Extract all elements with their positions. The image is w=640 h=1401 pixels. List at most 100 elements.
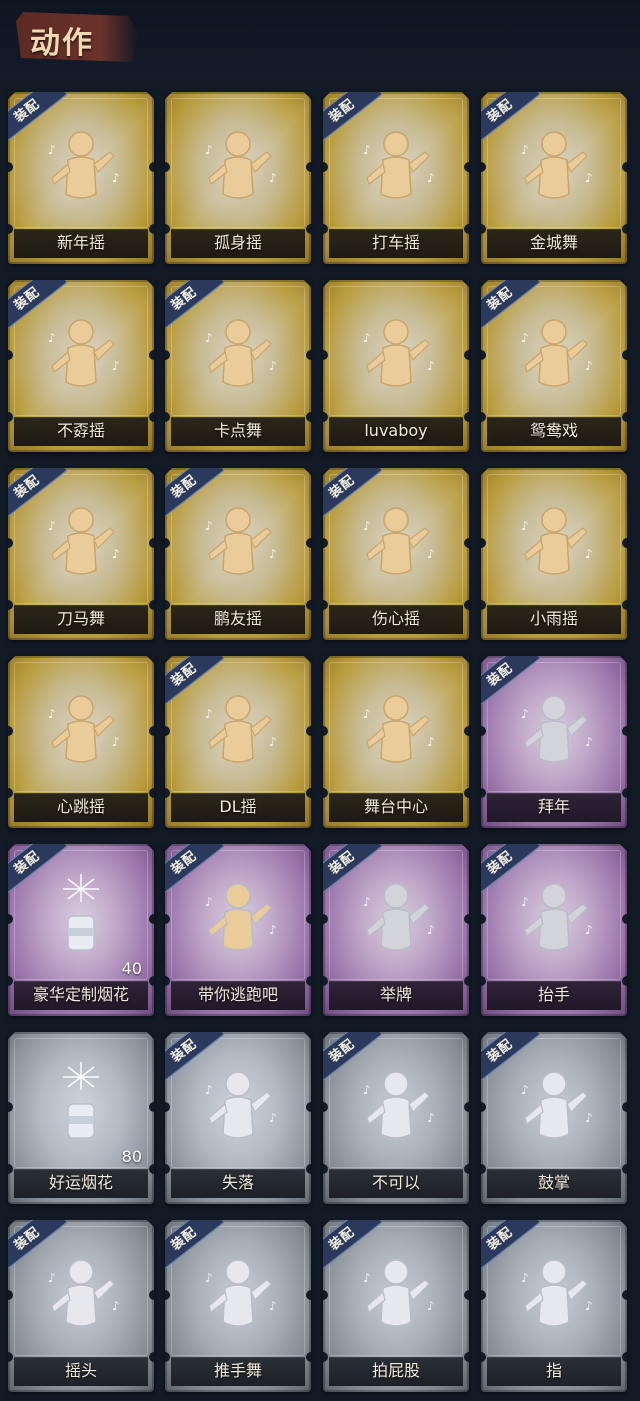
card-label: 鹏友摇 xyxy=(213,609,262,628)
card-label: 推手舞 xyxy=(213,1361,262,1380)
action-card[interactable]: 80 好运烟花 xyxy=(8,1032,154,1204)
card-label: 摇头 xyxy=(64,1361,97,1380)
action-card[interactable]: ♪ ♪ 打车摇 装配 xyxy=(323,92,469,264)
svg-text:♪: ♪ xyxy=(585,547,593,561)
card-label: 新年摇 xyxy=(56,233,105,252)
card-label: 不孬摇 xyxy=(56,421,105,440)
svg-text:♪: ♪ xyxy=(427,547,435,561)
svg-text:♪: ♪ xyxy=(427,735,435,749)
svg-text:♪: ♪ xyxy=(427,923,435,937)
card-label: 心跳摇 xyxy=(56,797,105,816)
action-card[interactable]: ♪ ♪ 推手舞 装配 xyxy=(165,1220,311,1392)
action-card[interactable]: ♪ ♪ DL摇 装配 xyxy=(165,656,311,828)
card-label: 金城舞 xyxy=(529,233,578,252)
item-count: 80 xyxy=(121,1147,142,1166)
svg-text:♪: ♪ xyxy=(585,359,593,373)
svg-text:♪: ♪ xyxy=(205,143,213,157)
action-card[interactable]: ♪ ♪ 孤身摇 xyxy=(165,92,311,264)
svg-text:♪: ♪ xyxy=(205,519,213,533)
action-card[interactable]: ♪ ♪ 指装配 xyxy=(481,1220,627,1392)
card-label: 打车摇 xyxy=(371,233,420,252)
action-card[interactable]: ♪ ♪ 拜年 装配 xyxy=(481,656,627,828)
svg-text:♪: ♪ xyxy=(521,331,529,345)
card-label: 鼓掌 xyxy=(537,1173,570,1192)
card-label: 豪华定制烟花 xyxy=(32,985,129,1004)
card-label: 抬手 xyxy=(537,985,570,1004)
card-label: 伤心摇 xyxy=(371,609,420,628)
svg-text:♪: ♪ xyxy=(363,1083,371,1097)
svg-text:♪: ♪ xyxy=(585,923,593,937)
card-label: 孤身摇 xyxy=(213,233,262,252)
action-card[interactable]: ♪ ♪ 抬手 装配 xyxy=(481,844,627,1016)
action-card[interactable]: ♪ ♪ 心跳摇 xyxy=(8,656,154,828)
svg-text:♪: ♪ xyxy=(585,1299,593,1313)
svg-text:♪: ♪ xyxy=(521,1083,529,1097)
action-card[interactable]: ♪ ♪ 不可以 装配 xyxy=(323,1032,469,1204)
action-card[interactable]: ♪ ♪ luvaboy xyxy=(323,280,469,452)
action-card[interactable]: ♪ ♪ 鹏友摇 装配 xyxy=(165,468,311,640)
svg-text:♪: ♪ xyxy=(363,519,371,533)
action-grid: ♪ ♪ 新年摇 装配 ♪ ♪ 孤身摇 ♪ ♪ 打车摇 装配 ♪ ♪ 金城舞 装配… xyxy=(0,0,640,1401)
svg-text:♪: ♪ xyxy=(112,735,120,749)
card-label: luvaboy xyxy=(364,421,428,440)
card-label: 举牌 xyxy=(379,985,412,1004)
card-label: 鸳鸯戏 xyxy=(529,421,578,440)
action-card[interactable]: 40 豪华定制烟花 装配 xyxy=(8,844,154,1016)
action-card[interactable]: ♪ ♪ 摇头 装配 xyxy=(8,1220,154,1392)
svg-text:♪: ♪ xyxy=(48,707,56,721)
action-card[interactable]: ♪ ♪ 失落 装配 xyxy=(165,1032,311,1204)
svg-text:♪: ♪ xyxy=(521,143,529,157)
svg-text:♪: ♪ xyxy=(427,1299,435,1313)
card-label: 指 xyxy=(545,1361,562,1380)
card-label: 刀马舞 xyxy=(56,609,105,628)
svg-text:♪: ♪ xyxy=(585,171,593,185)
svg-text:♪: ♪ xyxy=(363,1271,371,1285)
svg-text:♪: ♪ xyxy=(363,707,371,721)
svg-text:♪: ♪ xyxy=(427,1111,435,1125)
svg-text:♪: ♪ xyxy=(112,1299,120,1313)
svg-text:♪: ♪ xyxy=(48,331,56,345)
action-card[interactable]: ♪ ♪ 鼓掌 装配 xyxy=(481,1032,627,1204)
action-card[interactable]: ♪ ♪ 举牌 装配 xyxy=(323,844,469,1016)
svg-text:♪: ♪ xyxy=(269,359,277,373)
card-label: 好运烟花 xyxy=(48,1173,113,1192)
svg-text:♪: ♪ xyxy=(205,895,213,909)
svg-text:♪: ♪ xyxy=(269,547,277,561)
action-card[interactable]: ♪ ♪ 不孬摇 装配 xyxy=(8,280,154,452)
card-label: 拍屁股 xyxy=(371,1361,420,1380)
svg-text:♪: ♪ xyxy=(269,1111,277,1125)
svg-text:♪: ♪ xyxy=(205,331,213,345)
action-card[interactable]: ♪ ♪ 新年摇 装配 xyxy=(8,92,154,264)
card-label: 卡点舞 xyxy=(213,421,262,440)
svg-text:♪: ♪ xyxy=(112,359,120,373)
svg-text:♪: ♪ xyxy=(269,735,277,749)
svg-text:♪: ♪ xyxy=(521,707,529,721)
action-card[interactable]: ♪ ♪ 拍屁股 装配 xyxy=(323,1220,469,1392)
action-card[interactable]: ♪ ♪ 伤心摇 装配 xyxy=(323,468,469,640)
svg-text:♪: ♪ xyxy=(269,923,277,937)
action-card[interactable]: ♪ ♪ 刀马舞 装配 xyxy=(8,468,154,640)
svg-text:♪: ♪ xyxy=(269,1299,277,1313)
action-card[interactable]: ♪ ♪ 小雨摇 xyxy=(481,468,627,640)
card-label: 失落 xyxy=(221,1173,254,1192)
svg-text:♪: ♪ xyxy=(427,171,435,185)
svg-text:♪: ♪ xyxy=(585,735,593,749)
svg-text:♪: ♪ xyxy=(205,1271,213,1285)
svg-text:♪: ♪ xyxy=(363,143,371,157)
svg-text:♪: ♪ xyxy=(363,895,371,909)
svg-text:♪: ♪ xyxy=(585,1111,593,1125)
action-card[interactable]: ♪ ♪ 带你逃跑吧 装配 xyxy=(165,844,311,1016)
card-label: 舞台中心 xyxy=(363,797,428,816)
svg-text:♪: ♪ xyxy=(521,895,529,909)
svg-text:♪: ♪ xyxy=(48,1271,56,1285)
card-label: DL摇 xyxy=(219,797,257,816)
action-card[interactable]: ♪ ♪ 卡点舞 装配 xyxy=(165,280,311,452)
action-card[interactable]: ♪ ♪ 金城舞 装配 xyxy=(481,92,627,264)
svg-text:♪: ♪ xyxy=(363,331,371,345)
action-card[interactable]: ♪ ♪ 鸳鸯戏 装配 xyxy=(481,280,627,452)
item-count: 40 xyxy=(121,959,142,978)
svg-text:♪: ♪ xyxy=(205,707,213,721)
action-card[interactable]: ♪ ♪ 舞台中心 xyxy=(323,656,469,828)
card-label: 带你逃跑吧 xyxy=(197,985,278,1004)
card-label: 拜年 xyxy=(537,797,570,816)
